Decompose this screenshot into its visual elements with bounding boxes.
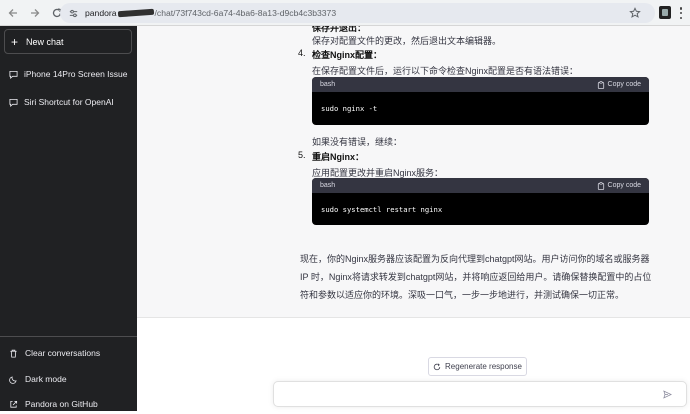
new-chat-label: New chat	[26, 36, 64, 47]
step-title: 重启Nginx：	[312, 152, 365, 162]
code-content: sudo systemctl restart nginx	[321, 204, 443, 214]
url-text[interactable]: pandora /chat/73f743cd-6a74-4ba6-8a13-d9…	[85, 8, 336, 18]
dark-mode-label: Dark mode	[25, 374, 67, 384]
browser-menu-icon[interactable]	[676, 6, 686, 20]
send-icon[interactable]	[663, 390, 672, 399]
redacted-mark	[117, 8, 154, 18]
chat-bubble-icon	[9, 98, 18, 107]
message-input[interactable]	[282, 387, 656, 404]
copy-code-button[interactable]: Copy code	[597, 80, 641, 89]
code-content: sudo nginx -t	[321, 104, 378, 113]
forward-icon[interactable]	[26, 4, 44, 22]
code-header: bash Copy code	[312, 178, 649, 193]
copy-code-label: Copy code	[607, 81, 641, 88]
sidebar-conversation-item[interactable]: iPhone 14Pro Screen Issue	[4, 64, 132, 84]
extension-icon[interactable]	[659, 6, 671, 19]
github-icon	[10, 400, 18, 408]
clear-conversations-label: Clear conversations	[25, 348, 101, 358]
chat-bubble-icon	[9, 70, 18, 79]
regenerate-response-button[interactable]: Regenerate response	[428, 357, 527, 376]
github-label: Pandora on GitHub	[25, 399, 98, 409]
step-title: 检查Nginx配置：	[312, 50, 383, 60]
browser-toolbar: pandora /chat/73f743cd-6a74-4ba6-8a13-d9…	[0, 0, 690, 26]
chat-main: 保存并退出： 保存对配置文件的更改，然后退出文本编辑器。 4. 检查Nginx配…	[137, 26, 690, 411]
step-number: 4.	[298, 48, 306, 58]
regenerate-label: Regenerate response	[445, 362, 522, 371]
address-bar[interactable]: pandora /chat/73f743cd-6a74-4ba6-8a13-d9…	[60, 3, 655, 23]
code-header: bash Copy code	[312, 77, 649, 92]
summary-paragraph: 现在，你的Nginx服务器应该配置为反向代理到chatgpt网站。用户访问你的域…	[300, 254, 652, 300]
sidebar-conversation-item[interactable]: Siri Shortcut for OpenAI	[4, 92, 132, 112]
dark-mode-toggle[interactable]: Dark mode	[4, 369, 132, 389]
sidebar-divider	[0, 336, 137, 337]
step-title: 保存并退出：	[312, 26, 367, 33]
conversation-label: Siri Shortcut for OpenAI	[24, 97, 114, 107]
code-language: bash	[320, 81, 336, 88]
plus-icon: +	[11, 34, 19, 49]
clipboard-icon	[597, 181, 604, 190]
site-info-icon[interactable]	[68, 8, 79, 19]
sidebar: + New chat iPhone 14Pro Screen Issue Sir…	[0, 26, 137, 411]
step-number: 5.	[298, 150, 306, 160]
code-block: bash Copy code sudo nginx -t	[312, 77, 649, 125]
url-host: pandora	[85, 8, 117, 18]
new-chat-button[interactable]: + New chat	[4, 29, 132, 54]
copy-code-label: Copy code	[607, 182, 641, 189]
back-icon[interactable]	[4, 4, 22, 22]
refresh-icon	[433, 362, 441, 370]
copy-code-button[interactable]: Copy code	[597, 181, 641, 190]
code-language: bash	[320, 182, 336, 189]
url-path: /chat/73f743cd-6a74-4ba6-8a13-d9cb4c3b33…	[154, 8, 337, 18]
moon-icon	[9, 375, 17, 384]
step-description: 在保存配置文件后，运行以下命令检查Nginx配置是否有语法错误：	[312, 66, 579, 76]
bookmark-star-icon[interactable]	[629, 7, 641, 19]
clear-conversations-button[interactable]: Clear conversations	[4, 343, 132, 363]
message-composer	[273, 381, 687, 407]
assistant-message: 保存并退出： 保存对配置文件的更改，然后退出文本编辑器。 4. 检查Nginx配…	[137, 26, 690, 318]
code-block: bash Copy code sudo systemctl restart ng…	[312, 178, 649, 225]
trash-icon	[10, 349, 17, 358]
step-note: 如果没有错误，继续：	[312, 137, 403, 147]
conversation-label: iPhone 14Pro Screen Issue	[24, 69, 128, 79]
step-description: 保存对配置文件的更改，然后退出文本编辑器。	[312, 36, 502, 46]
clipboard-icon	[597, 80, 604, 89]
github-link[interactable]: Pandora on GitHub	[4, 394, 132, 414]
